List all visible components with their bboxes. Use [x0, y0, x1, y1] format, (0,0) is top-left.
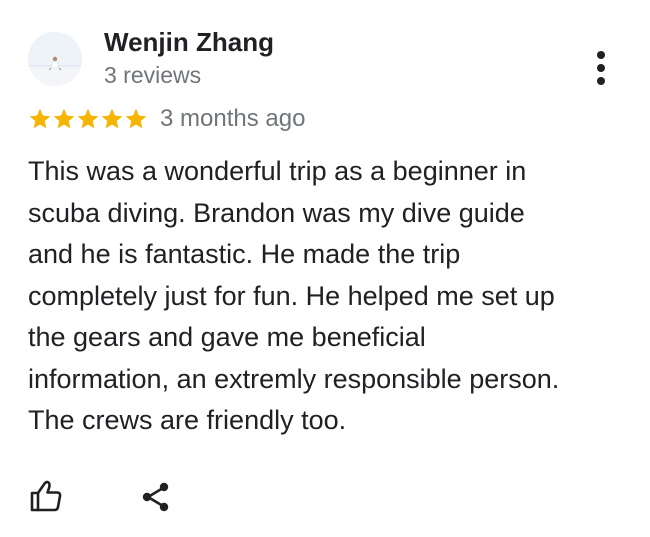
author-name[interactable]: Wenjin Zhang — [104, 27, 274, 58]
more-vertical-icon[interactable] — [588, 48, 614, 88]
share-icon[interactable] — [140, 480, 172, 514]
star-icon — [101, 108, 123, 129]
review-text-line: The crews are friendly too. — [28, 405, 347, 435]
star-rating — [28, 107, 148, 131]
star-icon — [77, 108, 99, 129]
star-icon — [53, 108, 75, 129]
review-text-line: the gears and gave me beneficial — [28, 322, 426, 352]
review-text-line: This was a wonderful trip as a beginner … — [28, 156, 527, 186]
star-icon — [125, 108, 147, 129]
review-text-line: completely just for fun. He helped me se… — [28, 280, 555, 311]
star-icon — [29, 108, 51, 129]
avatar[interactable] — [28, 32, 82, 86]
author-review-count: 3 reviews — [104, 62, 202, 88]
thumbs-up-icon[interactable] — [28, 478, 64, 514]
review-text-line: information, an extremly responsible per… — [28, 363, 560, 394]
review-text: This was a wonderful trip as a beginner … — [28, 151, 628, 442]
review-date: 3 months ago — [160, 105, 306, 132]
review-card: Wenjin Zhang 3 reviews 3 months ago This… — [0, 0, 650, 537]
avatar-photo — [28, 32, 82, 86]
review-text-line: and he is fantastic. He made the trip — [28, 239, 461, 269]
rating-row: 3 months ago — [28, 104, 305, 134]
review-text-line: scuba diving. Brandon was my dive guide — [28, 197, 525, 228]
